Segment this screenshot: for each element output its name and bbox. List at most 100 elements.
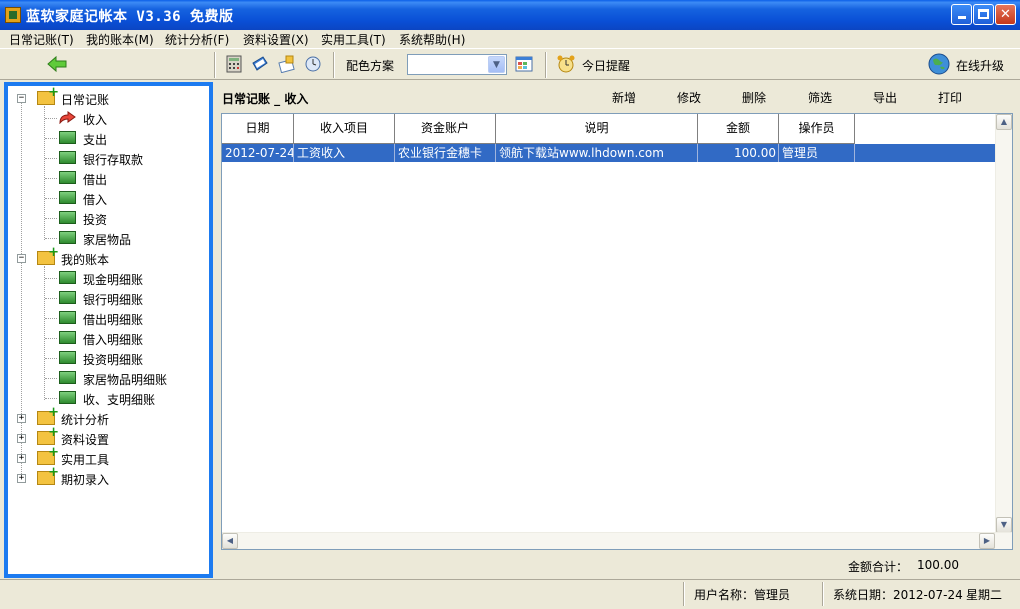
cell-description: 领航下载站www.lhdown.com — [496, 144, 698, 162]
delete-button[interactable]: 删除 — [742, 89, 766, 106]
edit-button[interactable]: 修改 — [677, 89, 701, 106]
menu-bar: 日常记账(T) 我的账本(M) 统计分析(F) 资料设置(X) 实用工具(T) … — [0, 30, 1020, 48]
chevron-down-icon[interactable]: ▼ — [488, 56, 505, 73]
table-row[interactable]: 2012-07-24 工资收入 农业银行金穗卡 领航下载站www.lhdown.… — [222, 144, 995, 162]
status-user: 用户名称：管理员 — [694, 588, 791, 602]
column-header-amount[interactable]: 金额 — [698, 114, 779, 144]
status-separator — [683, 582, 685, 606]
notebook-icon[interactable] — [251, 55, 269, 73]
records-table[interactable]: 日期 收入项目 资金账户 说明 金额 操作员 2012-07-24 工资收入 农… — [221, 113, 1013, 550]
column-header-description[interactable]: 说明 — [496, 114, 698, 144]
clock-icon[interactable] — [304, 55, 322, 73]
export-button[interactable]: 导出 — [873, 89, 897, 106]
maximize-button[interactable] — [973, 4, 994, 25]
window-title: 蓝软家庭记帐本 V3.36 免费版 — [26, 9, 234, 25]
folder-icon — [37, 85, 59, 105]
expand-icon[interactable]: + — [17, 454, 26, 463]
menu-daily-bookkeeping[interactable]: 日常记账(T) — [9, 31, 74, 48]
column-header-income-item[interactable]: 收入项目 — [294, 114, 395, 144]
panel-title: 日常记账 _ 收入 — [222, 92, 309, 106]
tree-item-label: 支出 — [83, 133, 108, 147]
add-button[interactable]: 新增 — [612, 89, 636, 106]
collapse-icon[interactable]: − — [17, 254, 26, 263]
print-button[interactable]: 打印 — [938, 89, 962, 106]
menu-help[interactable]: 系统帮助(H) — [399, 31, 465, 48]
tree-item-investment-detail[interactable]: 投资明细账 — [8, 348, 208, 368]
tree-group-statistics[interactable]: + 统计分析 — [8, 405, 208, 428]
expand-icon[interactable]: + — [17, 434, 26, 443]
tree-item-expense[interactable]: 支出 — [8, 128, 208, 148]
tree-item-income[interactable]: 收入 — [8, 108, 208, 128]
expand-icon[interactable]: + — [17, 414, 26, 423]
tree-guide-line — [45, 178, 57, 179]
menu-my-ledger[interactable]: 我的账本(M) — [86, 31, 154, 48]
palette-grid-icon[interactable] — [515, 55, 533, 73]
tree-group-daily[interactable]: − 日常记账 — [8, 85, 208, 108]
notes-icon[interactable] — [278, 55, 296, 73]
ledger-icon — [59, 291, 76, 304]
column-header-account[interactable]: 资金账户 — [395, 114, 496, 144]
menu-statistics[interactable]: 统计分析(F) — [165, 31, 229, 48]
globe-icon[interactable] — [927, 52, 951, 76]
horizontal-scrollbar[interactable]: ◀ ▶ — [222, 532, 1012, 549]
tree-item-lend-detail[interactable]: 借出明细账 — [8, 308, 208, 328]
status-separator — [822, 582, 824, 606]
tree-item-lend[interactable]: 借出 — [8, 168, 208, 188]
tree-group-my-ledger[interactable]: − 我的账本 — [8, 245, 208, 268]
cell-income-item: 工资收入 — [294, 144, 395, 162]
cell-account: 农业银行金穗卡 — [395, 144, 496, 162]
tree-item-label: 银行存取款 — [83, 153, 144, 167]
collapse-icon[interactable]: − — [17, 94, 26, 103]
close-button[interactable]: ✕ — [995, 4, 1016, 25]
online-upgrade-button[interactable]: 在线升级 — [956, 57, 1004, 74]
tree-item-cash-detail[interactable]: 现金明细账 — [8, 268, 208, 288]
ledger-icon — [59, 191, 76, 204]
color-scheme-select[interactable]: ▼ — [407, 54, 507, 75]
tree-item-investment[interactable]: 投资 — [8, 208, 208, 228]
tree-item-income-expense-detail[interactable]: 收、支明细账 — [8, 388, 208, 408]
calculator-icon[interactable] — [225, 55, 243, 73]
tree-guide-line — [45, 218, 57, 219]
tree-item-borrow[interactable]: 借入 — [8, 188, 208, 208]
tree-guide-line — [45, 338, 57, 339]
scroll-right-icon[interactable]: ▶ — [979, 533, 995, 549]
vertical-scrollbar[interactable]: ▲ ▼ — [995, 114, 1012, 533]
tree-group-opening-entry[interactable]: + 期初录入 — [8, 465, 208, 488]
column-header-operator[interactable]: 操作员 — [779, 114, 855, 144]
menu-data-settings[interactable]: 资料设置(X) — [243, 31, 309, 48]
ledger-icon — [59, 311, 76, 324]
color-scheme-label: 配色方案 — [346, 59, 395, 73]
tree-item-borrow-detail[interactable]: 借入明细账 — [8, 328, 208, 348]
back-arrow-icon[interactable] — [47, 55, 67, 73]
scroll-down-icon[interactable]: ▼ — [996, 517, 1012, 533]
tree-guide-line — [45, 278, 57, 279]
tree-item-label: 借入明细账 — [83, 333, 144, 347]
app-icon — [5, 7, 21, 23]
tree-item-label: 家居物品明细账 — [83, 373, 168, 387]
ledger-icon — [59, 171, 76, 184]
tree-group-label: 日常记账 — [61, 93, 110, 107]
tree-item-label: 银行明细账 — [83, 293, 144, 307]
tree-item-bank-detail[interactable]: 银行明细账 — [8, 288, 208, 308]
today-reminder-button[interactable]: 今日提醒 — [582, 57, 630, 74]
tree-guide-line — [45, 118, 57, 119]
tree-item-household[interactable]: 家居物品 — [8, 228, 208, 248]
scroll-left-icon[interactable]: ◀ — [222, 533, 238, 549]
alarm-clock-icon[interactable] — [556, 54, 576, 74]
tree-item-household-detail[interactable]: 家居物品明细账 — [8, 368, 208, 388]
ledger-icon — [59, 231, 76, 244]
cell-amount: 100.00 — [698, 144, 779, 162]
menu-tools[interactable]: 实用工具(T) — [321, 31, 386, 48]
tree-group-data-settings[interactable]: + 资料设置 — [8, 425, 208, 448]
scroll-up-icon[interactable]: ▲ — [996, 114, 1012, 130]
tree-group-tools[interactable]: + 实用工具 — [8, 445, 208, 468]
tree-item-bank-deposit[interactable]: 银行存取款 — [8, 148, 208, 168]
tree-group-label: 实用工具 — [61, 453, 110, 467]
toolbar-separator — [214, 52, 216, 78]
status-date: 系统日期：2012-07-24 — [833, 588, 963, 602]
column-header-date[interactable]: 日期 — [222, 114, 294, 144]
title-bar: 蓝软家庭记帐本 V3.36 免费版 ✕ — [0, 0, 1020, 30]
minimize-button[interactable] — [951, 4, 972, 25]
filter-button[interactable]: 筛选 — [808, 89, 832, 106]
expand-icon[interactable]: + — [17, 474, 26, 483]
